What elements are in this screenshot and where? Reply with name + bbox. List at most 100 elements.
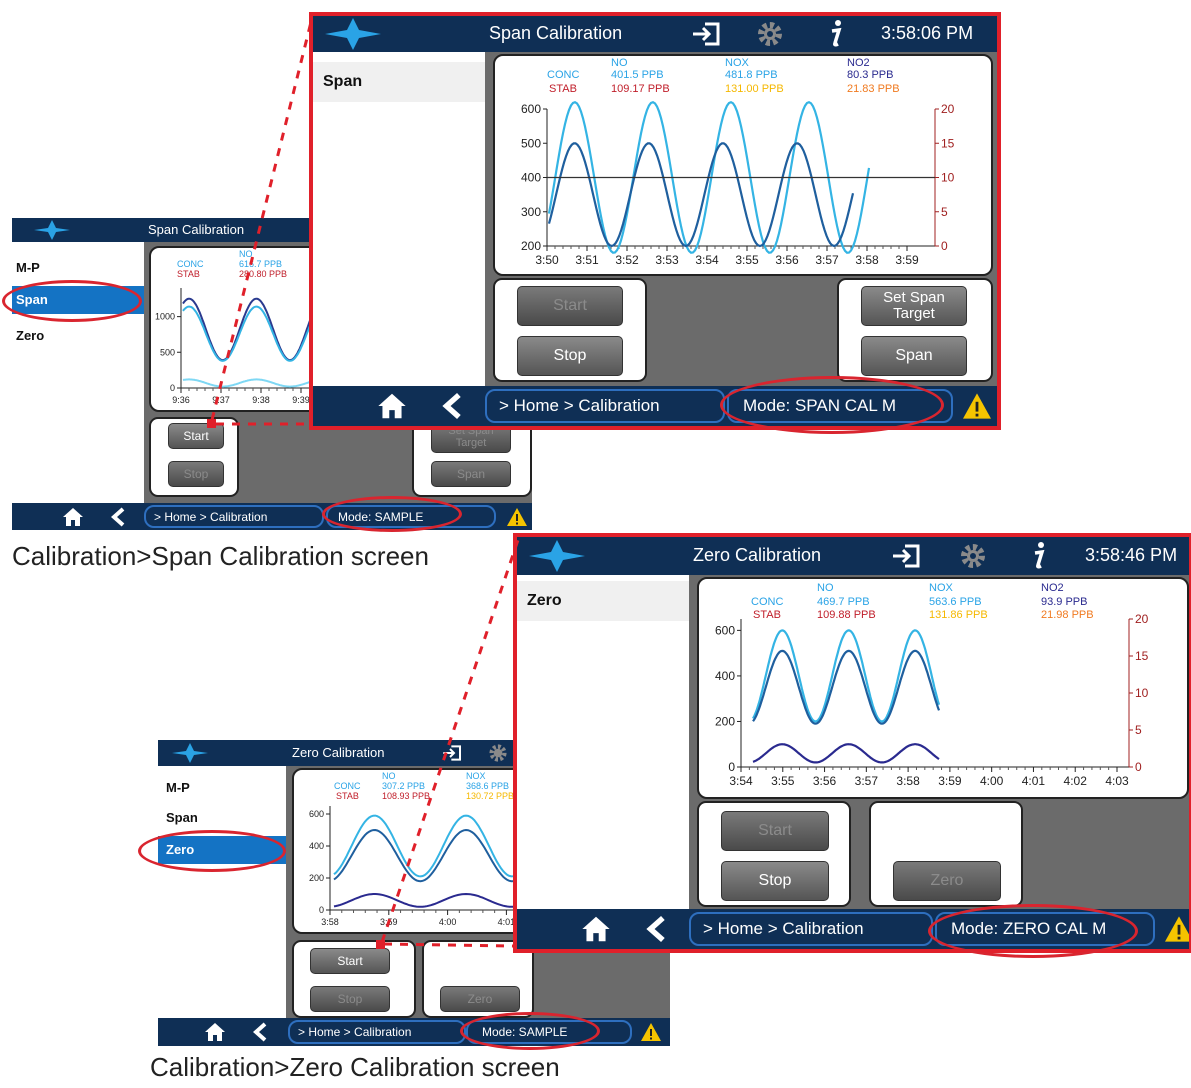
back-icon[interactable] xyxy=(110,507,126,527)
home-icon[interactable] xyxy=(377,392,407,420)
stop-button[interactable]: Stop xyxy=(168,461,224,487)
screen-title: Zero Calibration xyxy=(693,545,822,565)
x-tick-label: 3:58 xyxy=(896,774,920,788)
y2-tick-label: 15 xyxy=(1135,649,1149,663)
big-span-screen: Span Calibration 3:58:06 PM Span CONC ST… xyxy=(309,12,1001,430)
breadcrumb: > Home > Calibration xyxy=(144,505,324,528)
home-icon[interactable] xyxy=(581,915,611,943)
menu-item-span[interactable]: Span xyxy=(158,810,286,830)
x-tick-label: 3:57 xyxy=(855,774,879,788)
start-button[interactable]: Start xyxy=(721,811,829,851)
y2-tick-label: 0 xyxy=(941,239,948,253)
start-stop-panel: Start Stop xyxy=(493,278,647,382)
title-bar: Zero Calibration 3:58:46 PM xyxy=(517,537,1189,575)
home-icon[interactable] xyxy=(204,1022,226,1042)
chart-plot: 0 200 400 600 0 5 10 15 20 3:54 3:55 3:56 3:57 3:58 3:… xyxy=(715,612,1149,788)
highlight-zero-cal-mode xyxy=(928,904,1138,958)
y2-tick-label: 5 xyxy=(941,205,948,219)
start-button[interactable]: Start xyxy=(310,948,390,974)
menu-item-m-p[interactable]: M-P xyxy=(158,780,286,800)
breadcrumb: > Home > Calibration xyxy=(485,389,725,423)
x-tick-label: 3:59 xyxy=(938,774,962,788)
info-icon[interactable] xyxy=(1029,541,1049,571)
warning-icon[interactable] xyxy=(1163,915,1191,943)
y-tick-label: 0 xyxy=(319,905,324,915)
series-line-nox xyxy=(752,629,941,723)
start-button[interactable]: Start xyxy=(168,423,224,449)
menu-item-span[interactable]: Span xyxy=(313,62,485,102)
series-line-no xyxy=(752,649,941,725)
zero-button[interactable]: Zero xyxy=(440,986,520,1012)
x-tick-label: 3:56 xyxy=(775,253,799,267)
warning-icon[interactable] xyxy=(640,1022,662,1042)
trend-chart: CONC STAB NO 616.7 PPB 280.80 PPB 0 500 10… xyxy=(149,246,329,412)
teledyne-logo xyxy=(34,220,70,240)
exit-icon[interactable] xyxy=(891,544,921,568)
x-tick-label: 3:53 xyxy=(655,253,679,267)
teledyne-logo xyxy=(172,743,208,763)
span-button[interactable]: Span xyxy=(431,461,511,487)
x-tick-label: 9:36 xyxy=(172,395,190,405)
y-tick-label: 500 xyxy=(521,136,541,150)
x-tick-label: 3:57 xyxy=(815,253,839,267)
y2-tick-label: 20 xyxy=(941,102,955,116)
x-tick-label: 3:58 xyxy=(321,917,339,927)
warning-icon[interactable] xyxy=(506,507,528,527)
x-tick-label: 3:50 xyxy=(535,253,559,267)
screen-title: Zero Calibration xyxy=(292,745,385,760)
exit-icon[interactable] xyxy=(691,22,721,46)
series-line xyxy=(182,305,327,362)
y-tick-label: 200 xyxy=(521,239,541,253)
title-bar: Span Calibration 3:58:06 PM xyxy=(313,16,997,52)
start-button[interactable]: Start xyxy=(517,286,623,326)
x-tick-label: 3:55 xyxy=(735,253,759,267)
stop-button[interactable]: Stop xyxy=(310,986,390,1012)
y-tick-label: 200 xyxy=(309,873,324,883)
side-menu: Zero xyxy=(517,575,689,909)
info-icon[interactable] xyxy=(826,19,846,49)
x-tick-label: 4:02 xyxy=(1064,774,1088,788)
screen-title: Span Calibration xyxy=(148,222,245,237)
highlight-zero-menu xyxy=(138,830,286,872)
back-icon[interactable] xyxy=(252,1022,268,1042)
back-icon[interactable] xyxy=(441,392,463,420)
menu-item-m-p[interactable]: M-P xyxy=(12,260,144,280)
menu-item-zero[interactable]: Zero xyxy=(12,328,144,348)
screen-title: Span Calibration xyxy=(489,23,623,43)
chart-plot: 0 500 1000 9:36 9:37 9:38 9:39 xyxy=(155,288,327,405)
home-icon[interactable] xyxy=(62,507,84,527)
x-tick-label: 4:03 xyxy=(1105,774,1129,788)
stop-button[interactable]: Stop xyxy=(517,336,623,376)
chart-plot: 200 300 400 500 600 0 5 10 15 20 3:50 3:51 3:52 3:53 3… xyxy=(521,100,955,267)
x-tick-label: 4:00 xyxy=(980,774,1004,788)
y-tick-label: 400 xyxy=(521,171,541,185)
series-line xyxy=(182,378,327,388)
zero-button[interactable]: Zero xyxy=(893,861,1001,901)
y2-tick-label: 10 xyxy=(941,171,955,185)
x-tick-label: 9:38 xyxy=(252,395,270,405)
trend-chart: CONC STAB NO 469.7 PPB 109.88 PPB NOX 56… xyxy=(697,577,1189,799)
y-tick-label: 0 xyxy=(728,760,735,774)
gear-icon[interactable] xyxy=(488,743,508,763)
gear-icon[interactable] xyxy=(959,542,987,570)
back-icon[interactable] xyxy=(645,915,667,943)
x-tick-label: 3:52 xyxy=(615,253,639,267)
trend-chart: CONC STAB NO 401.5 PPB 109.17 PPB NOX 48… xyxy=(493,54,993,276)
exit-icon[interactable] xyxy=(442,744,462,762)
stop-button[interactable]: Stop xyxy=(721,861,829,901)
start-stop-panel: Start Stop xyxy=(149,417,239,497)
menu-item-zero[interactable]: Zero xyxy=(517,581,689,621)
set-span-target-button[interactable]: Set Span Target xyxy=(861,286,967,326)
y2-tick-label: 10 xyxy=(1135,686,1149,700)
x-tick-label: 3:55 xyxy=(771,774,795,788)
y-tick-label: 600 xyxy=(521,102,541,116)
span-button[interactable]: Span xyxy=(861,336,967,376)
breadcrumb: > Home > Calibration xyxy=(288,1020,466,1044)
y-tick-label: 600 xyxy=(715,624,735,638)
y-tick-label: 500 xyxy=(160,347,175,357)
x-tick-label: 3:54 xyxy=(729,774,753,788)
warning-icon[interactable] xyxy=(961,392,993,420)
gear-icon[interactable] xyxy=(756,20,784,48)
teledyne-logo xyxy=(325,18,381,50)
highlight-mode-sample xyxy=(460,1012,600,1050)
